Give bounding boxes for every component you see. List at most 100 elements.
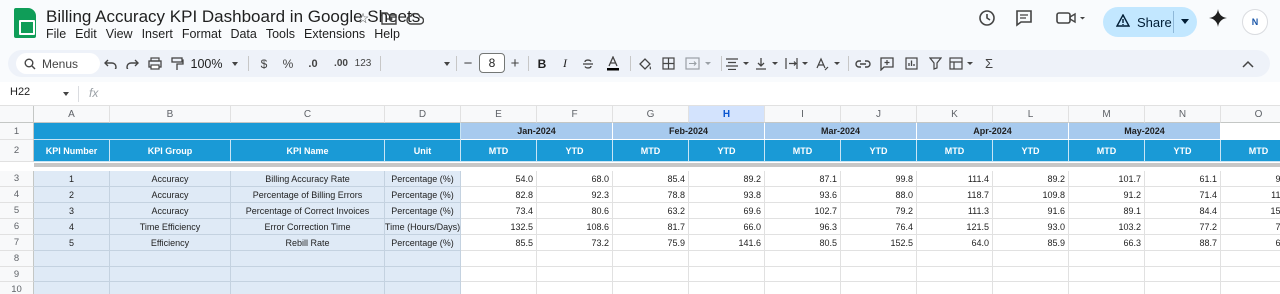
period-header-cell[interactable]: YTD [841,140,917,162]
empty-cell[interactable] [1221,282,1280,294]
value-cell[interactable]: 101.7 [1069,171,1145,187]
search-menus-button[interactable]: Menus [16,53,100,74]
vertical-align-icon[interactable] [754,50,782,77]
move-folder-icon[interactable] [380,9,398,27]
gemini-icon[interactable] [1206,6,1230,30]
value-cell[interactable]: 76.4 [841,219,917,235]
functions-icon[interactable]: Σ [981,50,997,77]
value-cell[interactable]: 113.7 [1221,187,1280,203]
empty-cell[interactable] [385,251,461,267]
value-cell[interactable]: 79.2 [841,203,917,219]
value-cell[interactable]: 73.4 [461,203,537,219]
empty-cell[interactable] [917,267,993,282]
font-family-select[interactable] [384,50,454,77]
value-cell[interactable]: 91.2 [1069,187,1145,203]
value-cell[interactable]: 88.7 [1145,235,1221,251]
empty-cell[interactable] [34,267,110,282]
row-header-8[interactable]: 8 [0,251,34,267]
value-cell[interactable]: 93.6 [765,187,841,203]
value-cell[interactable]: 103.2 [1069,219,1145,235]
value-cell[interactable]: 73.2 [537,235,613,251]
strikethrough-icon[interactable] [580,50,596,77]
sheets-logo-icon[interactable] [14,8,36,38]
value-cell[interactable]: 71.4 [1145,187,1221,203]
kpi-number-cell[interactable]: 3 [34,203,110,219]
value-cell[interactable]: 152.5 [841,235,917,251]
value-cell[interactable]: 77.2 [1145,219,1221,235]
menu-file[interactable]: File [46,27,72,41]
empty-cell[interactable] [689,267,765,282]
value-cell[interactable]: 84.4 [1145,203,1221,219]
column-header-l[interactable]: L [993,106,1069,123]
account-avatar[interactable]: N [1242,9,1268,35]
column-header-g[interactable]: G [613,106,689,123]
row-header-7[interactable]: 7 [0,235,34,251]
undo-icon[interactable] [100,50,120,77]
name-box[interactable]: H22 [10,86,30,98]
kpi-group-cell[interactable]: Time Efficiency [110,219,231,235]
value-cell[interactable]: 89.1 [1069,203,1145,219]
menu-insert[interactable]: Insert [142,27,179,41]
text-wrapping-icon[interactable] [784,50,812,77]
value-cell[interactable]: 111.4 [917,171,993,187]
period-header-cell[interactable]: YTD [993,140,1069,162]
column-header-n[interactable]: N [1145,106,1221,123]
empty-cell[interactable] [689,251,765,267]
empty-cell[interactable] [537,267,613,282]
value-cell[interactable]: 81.7 [613,219,689,235]
comments-icon[interactable] [1012,6,1036,30]
value-cell[interactable]: 85.5 [461,235,537,251]
value-cell[interactable]: 66.3 [1069,235,1145,251]
month-header-cell[interactable]: Mar-2024 [765,123,917,140]
kpi-unit-cell[interactable]: Percentage (%) [385,187,461,203]
column-header-i[interactable]: I [765,106,841,123]
value-cell[interactable]: 66.0 [689,219,765,235]
column-header-d[interactable]: D [385,106,461,123]
empty-cell[interactable] [993,267,1069,282]
value-cell[interactable]: 80.5 [765,235,841,251]
column-title-cell[interactable]: Unit [385,140,461,162]
kpi-unit-cell[interactable]: Percentage (%) [385,235,461,251]
paint-format-icon[interactable] [167,50,187,77]
italic-button[interactable]: I [557,50,573,77]
kpi-group-cell[interactable]: Accuracy [110,187,231,203]
kpi-group-cell[interactable]: Accuracy [110,171,231,187]
kpi-name-cell[interactable]: Percentage of Correct Invoices [231,203,385,219]
value-cell[interactable]: 108.6 [537,219,613,235]
period-header-cell[interactable]: MTD [1069,140,1145,162]
empty-cell[interactable] [110,282,231,294]
period-header-cell[interactable]: YTD [689,140,765,162]
merge-cells-icon[interactable] [683,50,717,77]
column-header-h[interactable]: H [689,106,765,123]
column-header-b[interactable]: B [110,106,231,123]
menu-tools[interactable]: Tools [266,27,301,41]
value-cell[interactable]: 111.3 [917,203,993,219]
share-button[interactable]: Share [1103,7,1197,37]
empty-cell[interactable] [841,282,917,294]
value-cell[interactable]: 118.7 [917,187,993,203]
value-cell[interactable]: 82.8 [461,187,537,203]
empty-cell[interactable] [613,251,689,267]
kpi-number-cell[interactable]: 5 [34,235,110,251]
empty-cell[interactable] [231,251,385,267]
column-header-m[interactable]: M [1069,106,1145,123]
column-title-cell[interactable]: KPI Group [110,140,231,162]
period-header-cell[interactable]: MTD [1221,140,1280,162]
menu-edit[interactable]: Edit [75,27,103,41]
row-header-3[interactable]: 3 [0,171,34,187]
name-box-dropdown-icon[interactable] [63,92,69,96]
kpi-unit-cell[interactable]: Percentage (%) [385,171,461,187]
kpi-name-cell[interactable]: Error Correction Time [231,219,385,235]
column-header-o[interactable]: O [1221,106,1280,123]
value-cell[interactable]: 93.8 [689,187,765,203]
column-header-e[interactable]: E [461,106,537,123]
value-cell[interactable]: 74.9 [1221,219,1280,235]
value-cell[interactable]: 92.3 [537,187,613,203]
empty-cell[interactable] [461,267,537,282]
menu-view[interactable]: View [106,27,139,41]
empty-cell[interactable] [613,282,689,294]
month-header-cell[interactable]: Feb-2024 [613,123,765,140]
empty-cell[interactable] [1221,251,1280,267]
empty-cell[interactable] [461,282,537,294]
empty-cell[interactable] [537,282,613,294]
